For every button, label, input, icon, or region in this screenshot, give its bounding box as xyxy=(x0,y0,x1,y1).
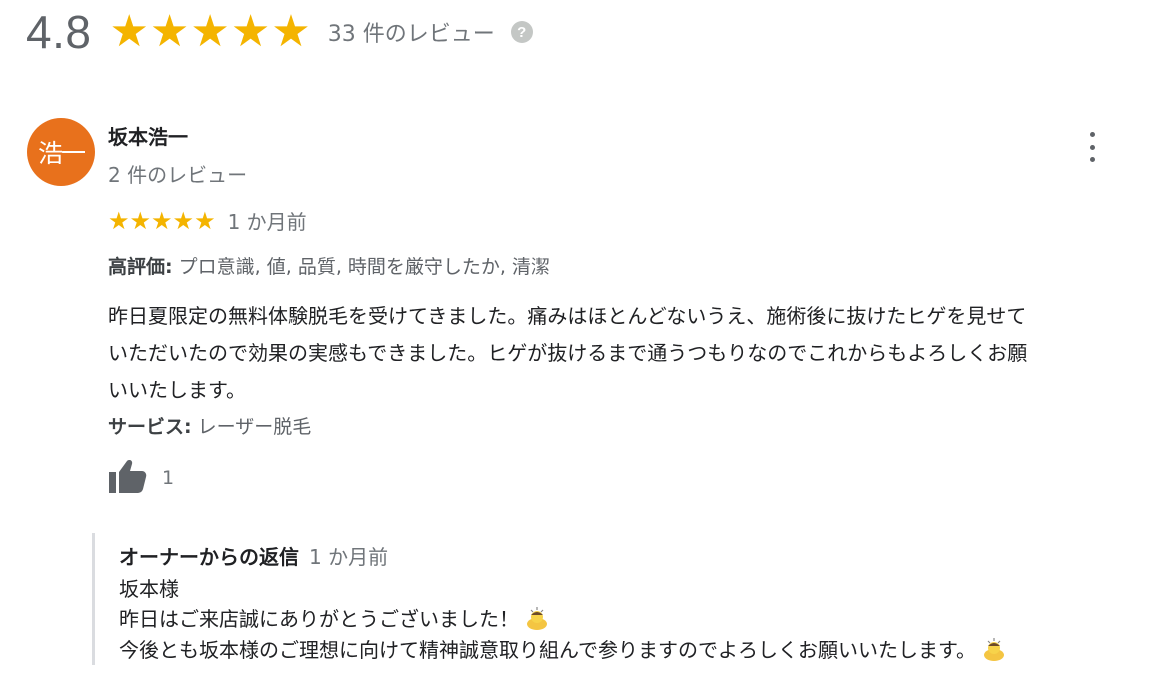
reviewer-review-count[interactable]: 2 件のレビュー xyxy=(108,159,247,188)
help-icon[interactable]: ? xyxy=(510,21,533,43)
rating-summary: 4.8 ★ ★ ★ ★ ★ 33 件のレビュー ? xyxy=(26,2,533,62)
review-service: サービス: レーザー脱毛 xyxy=(108,412,311,439)
owner-reply-line: 坂本様 xyxy=(119,577,179,601)
bowing-person-emoji xyxy=(982,637,1006,666)
review-time: 1 か月前 xyxy=(227,210,307,234)
reviewer-name[interactable]: 坂本浩一 xyxy=(108,121,188,150)
owner-reply-header: オーナーからの返信 1 か月前 xyxy=(119,541,388,570)
star-icon: ★ xyxy=(194,206,216,235)
review-text: 昨日夏限定の無料体験脱毛を受けてきました。痛みはほとんどないうえ、施術後に抜けた… xyxy=(108,298,1148,409)
highlights-text: プロ意識, 値, 品質, 時間を厳守したか, 清潔 xyxy=(178,256,550,278)
star-icon: ★ xyxy=(129,206,152,235)
highlights-label: 高評価: xyxy=(108,256,173,278)
owner-reply-time: 1 か月前 xyxy=(309,545,389,569)
owner-reply-line: 昨日はご来店誠にありがとうございました！ xyxy=(119,603,549,635)
star-icon: ★ xyxy=(149,6,190,57)
star-icon: ★ xyxy=(230,6,271,57)
review-text-line: いいたします。 xyxy=(108,378,246,402)
owner-reply-line: 今後とも坂本様のご理想に向けて精神誠意取り組んで参りますのでよろしくお願いいたし… xyxy=(119,634,1006,666)
owner-reply-title: オーナーからの返信 xyxy=(119,545,299,569)
service-text: レーザー脱毛 xyxy=(197,416,312,438)
bowing-person-emoji xyxy=(525,606,549,635)
average-rating: 4.8 xyxy=(26,6,92,58)
service-label: サービス: xyxy=(108,416,192,438)
star-icon: ★ xyxy=(190,6,230,57)
star-icon: ★ xyxy=(109,6,149,57)
star-icon: ★ xyxy=(151,206,173,235)
star-icon: ★ xyxy=(172,206,195,235)
review-text-line: 昨日夏限定の無料体験脱毛を受けてきました。痛みはほとんどないうえ、施術後に抜けた… xyxy=(108,304,1027,328)
like-count: 1 xyxy=(162,467,175,489)
review-text-line: いただいたので効果の実感もできました。ヒゲが抜けるまで通うつもりなのでこれからも… xyxy=(108,341,1028,365)
more-vert-icon[interactable] xyxy=(1080,132,1104,162)
avatar[interactable]: 浩一 xyxy=(27,118,95,186)
like-button[interactable]: 1 xyxy=(108,458,174,498)
total-review-count: 33 件のレビュー xyxy=(327,22,495,47)
thumbs-up-icon[interactable] xyxy=(108,458,148,498)
star-icon: ★ xyxy=(271,6,311,57)
review-rating: ★ ★ ★ ★ ★ 1 か月前 xyxy=(108,206,307,235)
star-icon: ★ xyxy=(108,206,130,235)
review-highlights: 高評価: プロ意識, 値, 品質, 時間を厳守したか, 清潔 xyxy=(108,252,550,279)
average-stars: ★ ★ ★ ★ ★ xyxy=(109,10,311,54)
owner-reply: オーナーからの返信 1 か月前 坂本様 昨日はご来店誠にありがとうございました！ … xyxy=(92,533,1150,665)
